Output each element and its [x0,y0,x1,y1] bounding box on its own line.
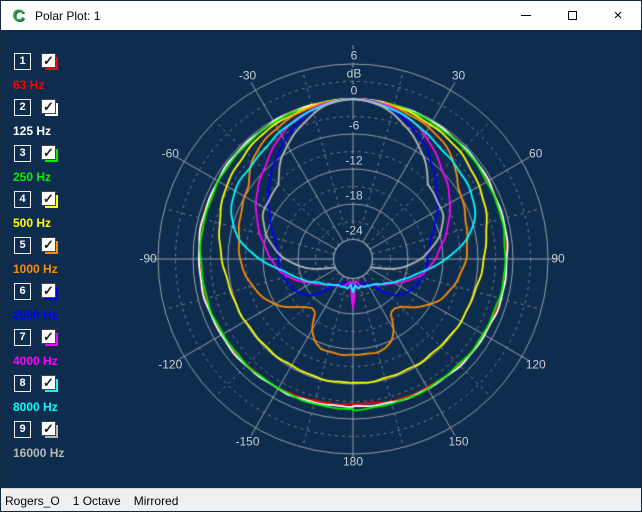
legend-checkbox[interactable]: ✓ [41,191,56,206]
db-label: -12 [343,155,364,168]
db-unit-label: dB [345,67,364,80]
angle-label: -60 [162,147,179,160]
status-mirror-mode: Mirrored [134,494,179,508]
checkmark-icon: ✓ [43,238,54,251]
legend-frequency-label: 125 Hz [13,124,51,138]
legend-frequency-label: 4000 Hz [13,354,58,368]
status-measurement-name: Rogers_O [5,494,60,508]
legend-number-box: 8 [14,375,31,392]
angle-label: 90 [551,253,564,266]
legend-checkbox[interactable]: ✓ [41,237,56,252]
legend-checkbox[interactable]: ✓ [41,421,56,436]
legend-checkbox[interactable]: ✓ [41,99,56,114]
window-controls: × [503,1,641,30]
legend-number-box: 1 [14,53,31,70]
legend-frequency-label: 8000 Hz [13,400,58,414]
window-title: Polar Plot: 1 [35,9,100,23]
checkmark-icon: ✓ [43,330,54,343]
legend-entry: 8 ✓ 8000 Hz [13,375,123,419]
angle-label: -30 [239,70,256,83]
angle-label: 120 [526,358,546,371]
db-label: 0 [349,85,360,98]
angle-label: -90 [139,253,156,266]
legend-frequency-label: 63 Hz [13,78,44,92]
maximize-button[interactable] [549,1,595,30]
db-label: 6 [349,50,360,63]
checkmark-icon: ✓ [43,146,54,159]
legend-number-box: 9 [14,421,31,438]
legend-entry: 5 ✓ 1000 Hz [13,237,123,281]
legend-frequency-label: 250 Hz [13,170,51,184]
close-icon: × [614,8,623,23]
checkmark-icon: ✓ [43,54,54,67]
legend-frequency-label: 2000 Hz [13,308,58,322]
statusbar: Rogers_O 1 Octave Mirrored [1,488,641,512]
legend-checkbox[interactable]: ✓ [41,375,56,390]
maximize-icon [568,11,577,20]
legend-checkbox[interactable]: ✓ [41,145,56,160]
legend-frequency-label: 500 Hz [13,216,51,230]
legend-entry: 3 ✓ 250 Hz [13,145,123,189]
polar-plot-area: -30 30 -60 60 -90 90 -120 120 -150 150 180 6 dB 0 -6 -1… [1,30,641,488]
legend-entry: 2 ✓ 125 Hz [13,99,123,143]
legend-number-box: 4 [14,191,31,208]
legend-number-box: 2 [14,99,31,116]
legend-number-box: 7 [14,329,31,346]
legend-checkbox[interactable]: ✓ [41,329,56,344]
db-label: -24 [343,225,364,238]
checkmark-icon: ✓ [43,192,54,205]
legend-entry: 4 ✓ 500 Hz [13,191,123,235]
legend-entry: 6 ✓ 2000 Hz [13,283,123,327]
legend-frequency-label: 16000 Hz [13,446,64,460]
angle-label: 180 [343,456,363,469]
checkmark-icon: ✓ [43,284,54,297]
angle-label: -150 [235,435,259,448]
angle-label: 150 [448,435,468,448]
legend-entry: 7 ✓ 4000 Hz [13,329,123,373]
checkmark-icon: ✓ [43,100,54,113]
angle-label: 60 [529,147,542,160]
minimize-icon [521,15,531,16]
angle-label: 30 [452,70,465,83]
titlebar[interactable]: C Polar Plot: 1 × [1,1,641,30]
status-smoothing: 1 Octave [73,494,121,508]
checkmark-icon: ✓ [43,422,54,435]
app-logo-icon[interactable]: C [10,7,27,24]
checkmark-icon: ✓ [43,376,54,389]
legend-entry: 1 ✓ 63 Hz [13,53,123,97]
polar-plot-window: C Polar Plot: 1 × -3030-6060-9090-120120… [0,0,642,512]
legend-checkbox[interactable]: ✓ [41,283,56,298]
angle-label: -120 [158,358,182,371]
legend-entry: 9 ✓ 16000 Hz [13,421,123,465]
legend-number-box: 5 [14,237,31,254]
db-label: -18 [343,190,364,203]
db-label: -6 [347,120,362,133]
legend-number-box: 3 [14,145,31,162]
minimize-button[interactable] [503,1,549,30]
legend-number-box: 6 [14,283,31,300]
close-button[interactable]: × [595,1,641,30]
legend-checkbox[interactable]: ✓ [41,53,56,68]
legend-frequency-label: 1000 Hz [13,262,58,276]
